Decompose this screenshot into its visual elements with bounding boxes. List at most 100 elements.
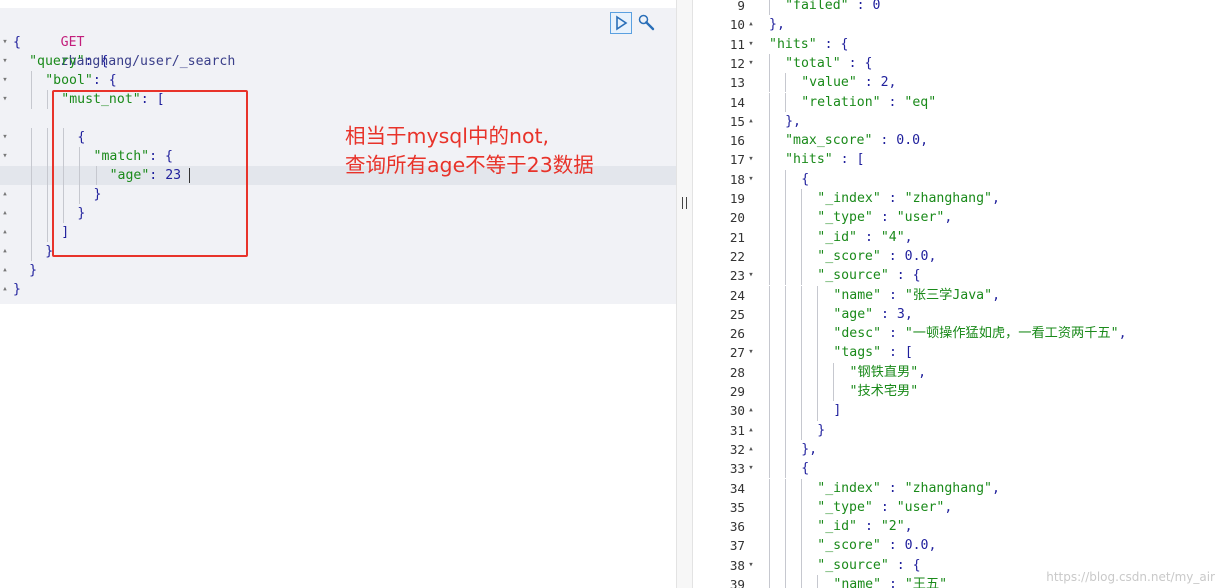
- response-code-line[interactable]: 14 "relation" : "eq": [693, 92, 1223, 112]
- response-code-line[interactable]: 23 ▾ "_source" : {: [693, 266, 1223, 286]
- indent-guide: [769, 208, 770, 228]
- response-code-line[interactable]: 18 ▾ {: [693, 169, 1223, 189]
- indent-guide: [785, 227, 787, 247]
- panel-resize-divider[interactable]: [676, 0, 693, 588]
- response-code-line[interactable]: 10 ▴},: [693, 15, 1223, 34]
- response-code-line[interactable]: 29 "技术宅男": [693, 382, 1223, 402]
- resize-handle-icon[interactable]: [682, 197, 687, 209]
- line-number: 31: [729, 422, 745, 438]
- response-code-line[interactable]: 13 "value" : 2,: [693, 73, 1223, 93]
- fold-collapse-icon[interactable]: ▾: [0, 128, 10, 147]
- response-code-line[interactable]: 28 "钢铁直男",: [693, 362, 1223, 382]
- response-code-line[interactable]: 17 ▾ "hits" : [: [693, 150, 1223, 170]
- indent-guide: [801, 517, 803, 537]
- request-settings-button[interactable]: [636, 12, 658, 34]
- line-number: 35: [729, 499, 745, 515]
- json-punctuation: ]: [833, 403, 842, 419]
- response-code-line[interactable]: 16 "max_score" : 0.0,: [693, 131, 1223, 151]
- response-panel[interactable]: 9 "failed" : 0 10 ▴}, 11 ▾ "hits" : {12 ▾ "total…: [693, 0, 1223, 588]
- json-punctuation: :: [873, 306, 897, 322]
- response-code-line[interactable]: 27 ▾ "tags" : [: [693, 343, 1223, 363]
- response-code-line[interactable]: 33 ▾ {: [693, 459, 1223, 479]
- fold-collapse-icon[interactable]: ▾: [0, 71, 10, 90]
- request-code-line[interactable]: ▴}: [0, 261, 676, 280]
- fold-collapse-icon[interactable]: ▾: [746, 170, 756, 189]
- code-text: "_index" : "zhanghang",: [817, 189, 1000, 208]
- indent-guide: [769, 246, 770, 267]
- response-code-line[interactable]: 30 ▴]: [693, 401, 1223, 421]
- fold-expand-icon[interactable]: ▴: [746, 440, 756, 459]
- indent-guide: [801, 478, 803, 498]
- indent-guide: [769, 362, 770, 382]
- fold-collapse-icon[interactable]: ▾: [0, 52, 10, 71]
- response-code-line[interactable]: 12 ▾ "total" : {: [693, 53, 1223, 74]
- fold-expand-icon[interactable]: ▴: [0, 261, 10, 280]
- run-request-button[interactable]: [610, 12, 632, 34]
- fold-collapse-icon[interactable]: ▾: [746, 54, 756, 73]
- fold-collapse-icon[interactable]: ▾: [746, 343, 756, 362]
- response-code-line[interactable]: 32 ▴},: [693, 439, 1223, 460]
- request-code-line[interactable]: ▾{: [0, 33, 676, 52]
- fold-expand-icon[interactable]: ▴: [0, 280, 10, 299]
- response-code-line[interactable]: 15 ▴},: [693, 111, 1223, 132]
- fold-collapse-icon[interactable]: ▾: [746, 556, 756, 575]
- indent-guide: [817, 575, 819, 588]
- fold-expand-icon[interactable]: ▴: [0, 223, 10, 242]
- indent-guide: [785, 285, 787, 305]
- json-punctuation: }: [29, 263, 38, 278]
- json-punctuation: : {: [840, 55, 873, 71]
- fold-expand-icon[interactable]: ▴: [746, 112, 756, 131]
- fold-expand-icon[interactable]: ▴: [0, 204, 10, 223]
- fold-collapse-icon[interactable]: ▾: [0, 33, 10, 52]
- response-code-line[interactable]: 36 "_id" : "2",: [693, 517, 1223, 537]
- response-code-line[interactable]: 19 "_index" : "zhanghang",: [693, 189, 1223, 209]
- line-number: 23: [729, 268, 745, 284]
- request-code-line[interactable]: ▾ "query": {: [0, 52, 676, 71]
- indent-guide: [769, 459, 770, 479]
- fold-collapse-icon[interactable]: ▾: [746, 459, 756, 478]
- indent-guide: [769, 517, 770, 537]
- code-text: "value" : 2,: [801, 73, 896, 92]
- fold-expand-icon[interactable]: ▴: [746, 15, 756, 34]
- code-text: "_id" : "4",: [817, 228, 912, 247]
- fold-collapse-icon[interactable]: ▾: [0, 90, 10, 109]
- code-text: "_index" : "zhanghang",: [817, 479, 1000, 498]
- response-code-line[interactable]: 21 "_id" : "4",: [693, 227, 1223, 247]
- fold-expand-icon[interactable]: ▴: [0, 242, 10, 261]
- request-code-line[interactable]: ▾ "bool": {: [0, 71, 676, 90]
- response-code-line[interactable]: 35 "_type" : "user",: [693, 497, 1223, 518]
- json-string: "_type": [817, 499, 873, 515]
- request-editor[interactable]: GET zhanghang/user/_search ▾{▾ "query": {…: [0, 8, 676, 588]
- indent-guide: [769, 285, 770, 305]
- code-text: "hits" : [: [785, 150, 864, 169]
- response-code-line[interactable]: 20 "_type" : "user",: [693, 208, 1223, 228]
- response-code-line[interactable]: 25 "age" : 3,: [693, 304, 1223, 325]
- fold-collapse-icon[interactable]: ▾: [0, 147, 10, 166]
- json-string: "eq": [904, 94, 937, 110]
- json-string: "query": [29, 54, 85, 69]
- fold-expand-icon[interactable]: ▴: [746, 401, 756, 420]
- fold-collapse-icon[interactable]: ▾: [746, 266, 756, 285]
- response-code-line[interactable]: 22 "_score" : 0.0,: [693, 246, 1223, 267]
- response-code-line[interactable]: 11 ▾ "hits" : {: [693, 35, 1223, 54]
- response-code-line[interactable]: 37 "_score" : 0.0,: [693, 536, 1223, 556]
- code-text: "_score" : 0.0,: [817, 536, 936, 555]
- json-string: "技术宅男": [849, 384, 919, 399]
- fold-collapse-icon[interactable]: ▾: [746, 150, 756, 169]
- line-number: 11: [729, 36, 745, 52]
- fold-collapse-icon[interactable]: ▾: [746, 35, 756, 54]
- json-string: "total": [785, 55, 841, 71]
- json-string: "name": [833, 287, 882, 303]
- request-line[interactable]: GET zhanghang/user/_search: [0, 14, 676, 69]
- request-code-line[interactable]: ▴}: [0, 280, 676, 299]
- response-code-line[interactable]: 24 "name" : "张三学Java",: [693, 285, 1223, 305]
- indent-guide: [785, 169, 787, 189]
- json-punctuation: },: [769, 17, 785, 33]
- fold-expand-icon[interactable]: ▴: [0, 185, 10, 204]
- fold-expand-icon[interactable]: ▴: [746, 421, 756, 440]
- response-code-line[interactable]: 34 "_index" : "zhanghang",: [693, 478, 1223, 498]
- response-code-line[interactable]: 26 "desc" : "一顿操作猛如虎，一看工资两千五",: [693, 324, 1223, 344]
- code-text: "技术宅男": [850, 382, 919, 401]
- response-code-line[interactable]: 9 "failed" : 0: [693, 0, 1223, 16]
- response-code-line[interactable]: 31 ▴}: [693, 420, 1223, 440]
